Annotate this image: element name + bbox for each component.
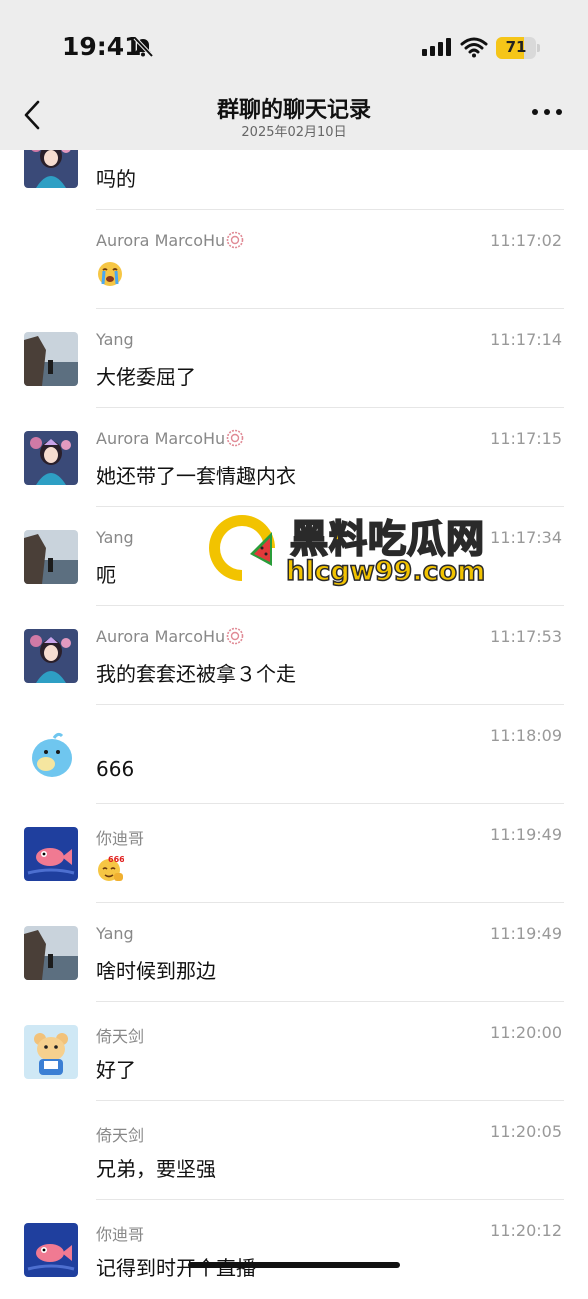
message-text: 我的套套还被拿３个走 — [96, 662, 296, 686]
message-item[interactable]: 11:18:09 666 — [0, 705, 588, 804]
avatar-pink-fish-cartoon[interactable] — [24, 827, 78, 881]
message-text: 吗的 — [96, 167, 136, 191]
avatar-seaside-photo[interactable] — [24, 530, 78, 584]
message-item[interactable]: 你迪哥 11:19:49 666 — [0, 804, 588, 903]
avatar-seaside-photo[interactable] — [24, 926, 78, 980]
sender-name: 你迪哥 — [96, 829, 145, 848]
message-text: 她还带了一套情趣内衣 — [96, 464, 296, 488]
message-time: 11:18:09 — [490, 726, 562, 745]
rosette-badge-icon — [226, 627, 244, 645]
avatar-anime-girl[interactable] — [24, 431, 78, 485]
message-item[interactable]: Aurora MarcoHu 11:17:02 — [0, 210, 588, 309]
battery-indicator: 71 — [496, 37, 536, 59]
more-options-icon[interactable] — [530, 104, 564, 120]
avatar-anime-girl[interactable] — [24, 629, 78, 683]
page-subtitle-date: 2025年02月10日 — [241, 125, 347, 140]
sender-name: Aurora MarcoHu — [96, 429, 244, 448]
message-item[interactable]: 你迪哥 11:20:12 记得到时开个直播 — [0, 1200, 588, 1299]
message-item[interactable]: 倚天剑 11:20:05 兄弟，要坚强 — [0, 1101, 588, 1200]
wifi-icon — [460, 37, 488, 58]
message-item[interactable]: Yang 11:17:14 大佬委屈了 — [0, 309, 588, 408]
watermelon-logo-icon — [209, 515, 276, 586]
avatar-seaside-photo[interactable] — [24, 332, 78, 386]
message-item[interactable]: Aurora MarcoHu 11:17:53 我的套套还被拿３个走 — [0, 606, 588, 705]
avatar-teddy-bear-cartoon[interactable] — [24, 1025, 78, 1079]
crying-face-emoji — [98, 262, 122, 286]
message-time: 11:20:00 — [490, 1023, 562, 1042]
message-item[interactable]: Aurora MarcoHu 11:17:15 她还带了一套情趣内衣 — [0, 408, 588, 507]
message-time: 11:20:05 — [490, 1122, 562, 1141]
message-time: 11:20:12 — [490, 1221, 562, 1240]
cellular-signal-icon — [422, 38, 451, 56]
watermark-title: 黑料吃瓜网 — [289, 516, 486, 562]
sender-name: Yang — [96, 924, 134, 943]
sender-name: Yang — [96, 330, 134, 349]
sender-name: 倚天剑 — [96, 1027, 145, 1046]
top-bar: 19:41 71 群聊的聊天记录 2025年02月10日 — [0, 0, 588, 150]
sender-name: Yang — [96, 528, 134, 547]
sender-name: 倚天剑 — [96, 1126, 145, 1145]
rosette-badge-icon — [226, 429, 244, 447]
status-time: 19:41 — [62, 32, 142, 61]
message-time: 11:17:53 — [490, 627, 562, 646]
site-watermark: 黑料吃瓜网 hlcgw99.com — [206, 508, 496, 594]
message-item[interactable]: 倚天剑 11:20:00 好了 — [0, 1002, 588, 1101]
sender-name: 你迪哥 — [96, 1225, 145, 1244]
bell-off-icon — [133, 36, 154, 58]
sender-name: Aurora MarcoHu — [96, 231, 244, 250]
avatar-pink-fish-cartoon[interactable] — [24, 1223, 78, 1277]
message-time: 11:17:34 — [490, 528, 562, 547]
message-time: 11:17:02 — [490, 231, 562, 250]
message-text: 啥时候到那边 — [96, 959, 216, 983]
message-text: 好了 — [96, 1058, 136, 1082]
battery-terminal — [537, 44, 540, 52]
home-indicator[interactable] — [188, 1262, 400, 1268]
page-title: 群聊的聊天记录 — [216, 98, 371, 123]
message-text: 兄弟，要坚强 — [96, 1157, 216, 1181]
message-item[interactable]: Yang 11:19:49 啥时候到那边 — [0, 903, 588, 1002]
message-text: 呃 — [96, 563, 116, 587]
message-text: 大佬委屈了 — [96, 365, 196, 389]
battery-percentage: 71 — [505, 38, 527, 56]
message-time: 11:17:14 — [490, 330, 562, 349]
666-emoji: 666 — [98, 855, 124, 881]
message-time: 11:17:15 — [490, 429, 562, 448]
sender-name: Aurora MarcoHu — [96, 627, 244, 646]
watermark-url: hlcgw99.com — [285, 555, 486, 588]
message-text: 666 — [96, 757, 135, 781]
svg-text:666: 666 — [108, 855, 124, 864]
avatar-blue-bird-mascot[interactable] — [24, 728, 78, 782]
message-time: 11:19:49 — [490, 825, 562, 844]
rosette-badge-icon — [226, 231, 244, 249]
message-time: 11:19:49 — [490, 924, 562, 943]
